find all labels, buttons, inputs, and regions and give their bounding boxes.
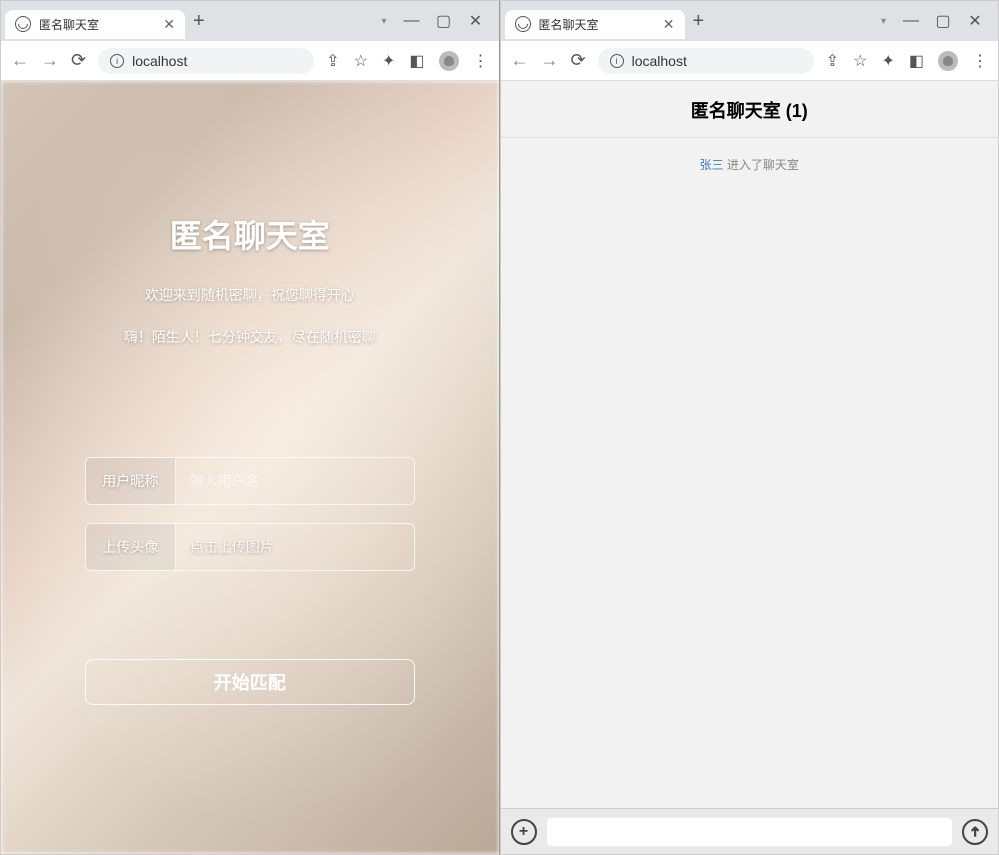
subtitle-1: 欢迎来到随机密聊，祝您聊得开心 [145,285,355,305]
titlebar: 匿名聊天室 ✕ + ▾ — ▢ ✕ [501,1,999,41]
browser-tab[interactable]: 匿名聊天室 ✕ [5,10,185,39]
chevron-down-icon[interactable]: ▾ [381,16,386,27]
sidepanel-icon[interactable]: ◧ [409,51,424,71]
url-text: localhost [632,53,802,69]
window-controls: ▾ — ▢ ✕ [381,14,494,28]
subtitle-2: 嗨！陌生人！七分钟交友，尽在随机密聊 [124,327,376,347]
chevron-down-icon[interactable]: ▾ [881,16,886,27]
forward-button[interactable]: → [41,50,59,71]
extensions-icon[interactable]: ✦ [881,51,894,71]
arrow-up-icon: ➜ [966,826,983,838]
reload-button[interactable]: ⟳ [571,50,586,71]
titlebar: 匿名聊天室 ✕ + ▾ — ▢ ✕ [1,1,499,41]
info-icon: i [110,54,124,68]
share-icon[interactable]: ⇪ [326,51,339,71]
nickname-input[interactable] [176,458,414,504]
start-match-button[interactable]: 开始匹配 [85,659,415,705]
minimize-button[interactable]: — [904,14,918,28]
extensions-icon[interactable]: ✦ [382,51,395,71]
globe-icon [15,16,31,32]
window-controls: ▾ — ▢ ✕ [881,14,994,28]
browser-window-left: 匿名聊天室 ✕ + ▾ — ▢ ✕ ← → ⟳ i localhost ⇪ ☆ … [0,0,500,855]
add-button[interactable]: + [511,819,537,845]
star-icon[interactable]: ☆ [354,51,368,71]
send-button[interactable]: ➜ [962,819,988,845]
page-content-left: 匿名聊天室 欢迎来到随机密聊，祝您聊得开心 嗨！陌生人！七分钟交友，尽在随机密聊… [1,81,499,854]
close-window-button[interactable]: ✕ [968,14,982,28]
maximize-button[interactable]: ▢ [936,14,950,28]
login-form: 用户昵称 上传头像 点击上传图片 [85,457,415,589]
profile-icon[interactable] [938,51,958,71]
sidepanel-icon[interactable]: ◧ [909,51,924,71]
avatar-label: 上传头像 [86,524,176,570]
new-tab-button[interactable]: + [693,10,705,33]
system-message: 张三 进入了聊天室 [511,156,989,173]
chat-input-bar: + ➜ [501,808,999,854]
page-title: 匿名聊天室 [170,211,330,257]
browser-toolbar: ← → ⟳ i localhost ⇪ ☆ ✦ ◧ ⋮ [501,41,999,81]
close-tab-icon[interactable]: ✕ [163,16,175,33]
address-bar[interactable]: i localhost [598,48,814,74]
tab-title: 匿名聊天室 [539,16,655,33]
back-button[interactable]: ← [11,50,29,71]
nickname-label: 用户昵称 [86,458,176,504]
chat-area: 匿名聊天室 (1) 张三 进入了聊天室 + ➜ [501,81,999,854]
close-window-button[interactable]: ✕ [469,14,483,28]
chat-title: 匿名聊天室 (1) [501,81,999,138]
close-tab-icon[interactable]: ✕ [663,16,675,33]
back-button[interactable]: ← [511,50,529,71]
minimize-button[interactable]: — [405,14,419,28]
system-user: 张三 [700,158,724,172]
browser-tab[interactable]: 匿名聊天室 ✕ [505,10,685,39]
globe-icon [515,16,531,32]
browser-toolbar: ← → ⟳ i localhost ⇪ ☆ ✦ ◧ ⋮ [1,41,499,81]
menu-icon[interactable]: ⋮ [473,51,489,71]
avatar-row: 上传头像 点击上传图片 [85,523,415,571]
share-icon[interactable]: ⇪ [826,51,839,71]
menu-icon[interactable]: ⋮ [972,51,988,71]
system-text: 进入了聊天室 [724,158,799,172]
avatar-upload[interactable]: 点击上传图片 [176,524,414,570]
new-tab-button[interactable]: + [193,10,205,33]
profile-icon[interactable] [439,51,459,71]
browser-window-right: 匿名聊天室 ✕ + ▾ — ▢ ✕ ← → ⟳ i localhost ⇪ ☆ … [500,0,999,855]
forward-button[interactable]: → [541,50,559,71]
chat-messages: 张三 进入了聊天室 [501,138,999,808]
star-icon[interactable]: ☆ [853,51,867,71]
message-input[interactable] [547,818,953,846]
login-panel: 匿名聊天室 欢迎来到随机密聊，祝您聊得开心 嗨！陌生人！七分钟交友，尽在随机密聊… [1,81,499,854]
address-bar[interactable]: i localhost [98,48,314,74]
plus-icon: + [519,823,528,841]
url-text: localhost [132,53,302,69]
reload-button[interactable]: ⟳ [71,50,86,71]
nickname-row: 用户昵称 [85,457,415,505]
tab-title: 匿名聊天室 [39,16,155,33]
maximize-button[interactable]: ▢ [437,14,451,28]
info-icon: i [610,54,624,68]
page-content-right: 匿名聊天室 (1) 张三 进入了聊天室 + ➜ [501,81,999,854]
